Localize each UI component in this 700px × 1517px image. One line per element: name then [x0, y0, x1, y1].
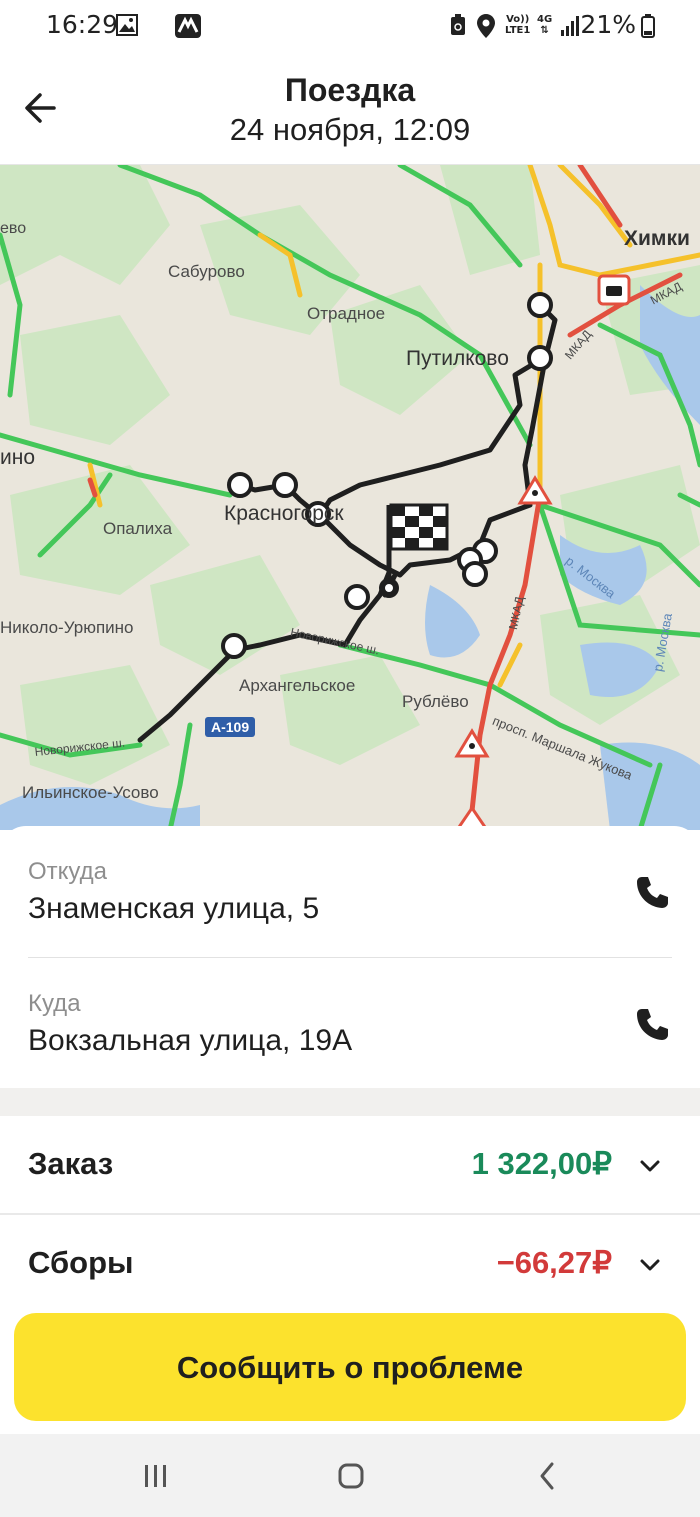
network-type: 4G	[537, 14, 553, 25]
to-label: Куда	[28, 990, 81, 1017]
map-label: Химки	[624, 227, 690, 250]
order-amount: 1 322,00₽	[471, 1146, 612, 1181]
trip-addresses: Откуда Знаменская улица, 5 Куда Вокзальн…	[0, 826, 700, 1088]
map-label: Ильинское-Усово	[22, 783, 159, 802]
trip-map[interactable]: Химки Сабурово Отрадное Путилково Красно…	[0, 165, 700, 830]
to-address: Вокзальная улица, 19А	[28, 1024, 353, 1057]
map-label: ино	[0, 446, 36, 469]
recents-icon[interactable]	[134, 1454, 178, 1498]
map-label: Путилково	[406, 347, 509, 370]
phone-icon[interactable]	[634, 1006, 670, 1042]
phone-icon[interactable]	[634, 874, 670, 910]
map-label: Рублёво	[402, 692, 469, 711]
address-divider	[28, 957, 672, 958]
status-time: 16:29	[46, 10, 119, 39]
map-label: Опалиха	[103, 519, 173, 538]
from-label: Откуда	[28, 858, 107, 885]
back-icon[interactable]	[526, 1454, 570, 1498]
image-icon	[116, 14, 138, 36]
map-label: Красногорск	[224, 502, 344, 525]
order-row[interactable]: Заказ 1 322,00₽	[0, 1116, 700, 1214]
highway-shield: А-109	[205, 717, 256, 737]
network-indicator: 4G ⇅	[537, 14, 552, 36]
roadwork-sign-icon	[517, 475, 553, 505]
fees-amount: −66,27₽	[496, 1245, 612, 1280]
map-canvas	[0, 165, 700, 830]
map-label: Николо-Урюпино	[0, 618, 134, 637]
signal-icon	[561, 16, 579, 36]
fees-row[interactable]: Сборы −66,27₽	[0, 1215, 700, 1299]
accident-sign-icon	[597, 274, 631, 306]
recycle-icon	[451, 14, 465, 35]
location-icon	[477, 14, 495, 38]
system-nav-bar	[0, 1434, 700, 1517]
volte-bottom: LTE1	[505, 25, 531, 36]
trip-date: 24 ноября, 12:09	[229, 112, 471, 147]
battery-text: 21%	[580, 10, 636, 39]
battery-icon	[641, 14, 655, 38]
order-label: Заказ	[28, 1146, 114, 1181]
volte-top: Vo))	[506, 14, 530, 25]
page-title: Поездка	[284, 72, 416, 108]
header: Поездка 24 ноября, 12:09	[0, 56, 700, 165]
app-icon	[175, 14, 201, 38]
data-arrows: ⇅	[540, 25, 549, 36]
chevron-down-icon[interactable]	[636, 1251, 664, 1279]
from-address: Знаменская улица, 5	[28, 892, 320, 925]
map-label: ево	[0, 220, 27, 237]
section-gap	[0, 1088, 700, 1116]
map-label: Отрадное	[307, 304, 386, 323]
chevron-down-icon[interactable]	[636, 1152, 664, 1180]
volte-indicator: Vo)) LTE1	[505, 14, 530, 36]
status-bar: 16:29 Vo)) LTE1 4G ⇅ 21%	[0, 0, 700, 56]
home-icon[interactable]	[329, 1454, 373, 1498]
map-label: Архангельское	[239, 676, 356, 695]
action-area: Сообщить о проблеме	[0, 1298, 700, 1434]
finish-flag-icon	[379, 503, 449, 598]
report-problem-button[interactable]: Сообщить о проблеме	[14, 1313, 686, 1421]
map-label: Сабурово	[168, 262, 245, 281]
fees-label: Сборы	[28, 1245, 134, 1280]
